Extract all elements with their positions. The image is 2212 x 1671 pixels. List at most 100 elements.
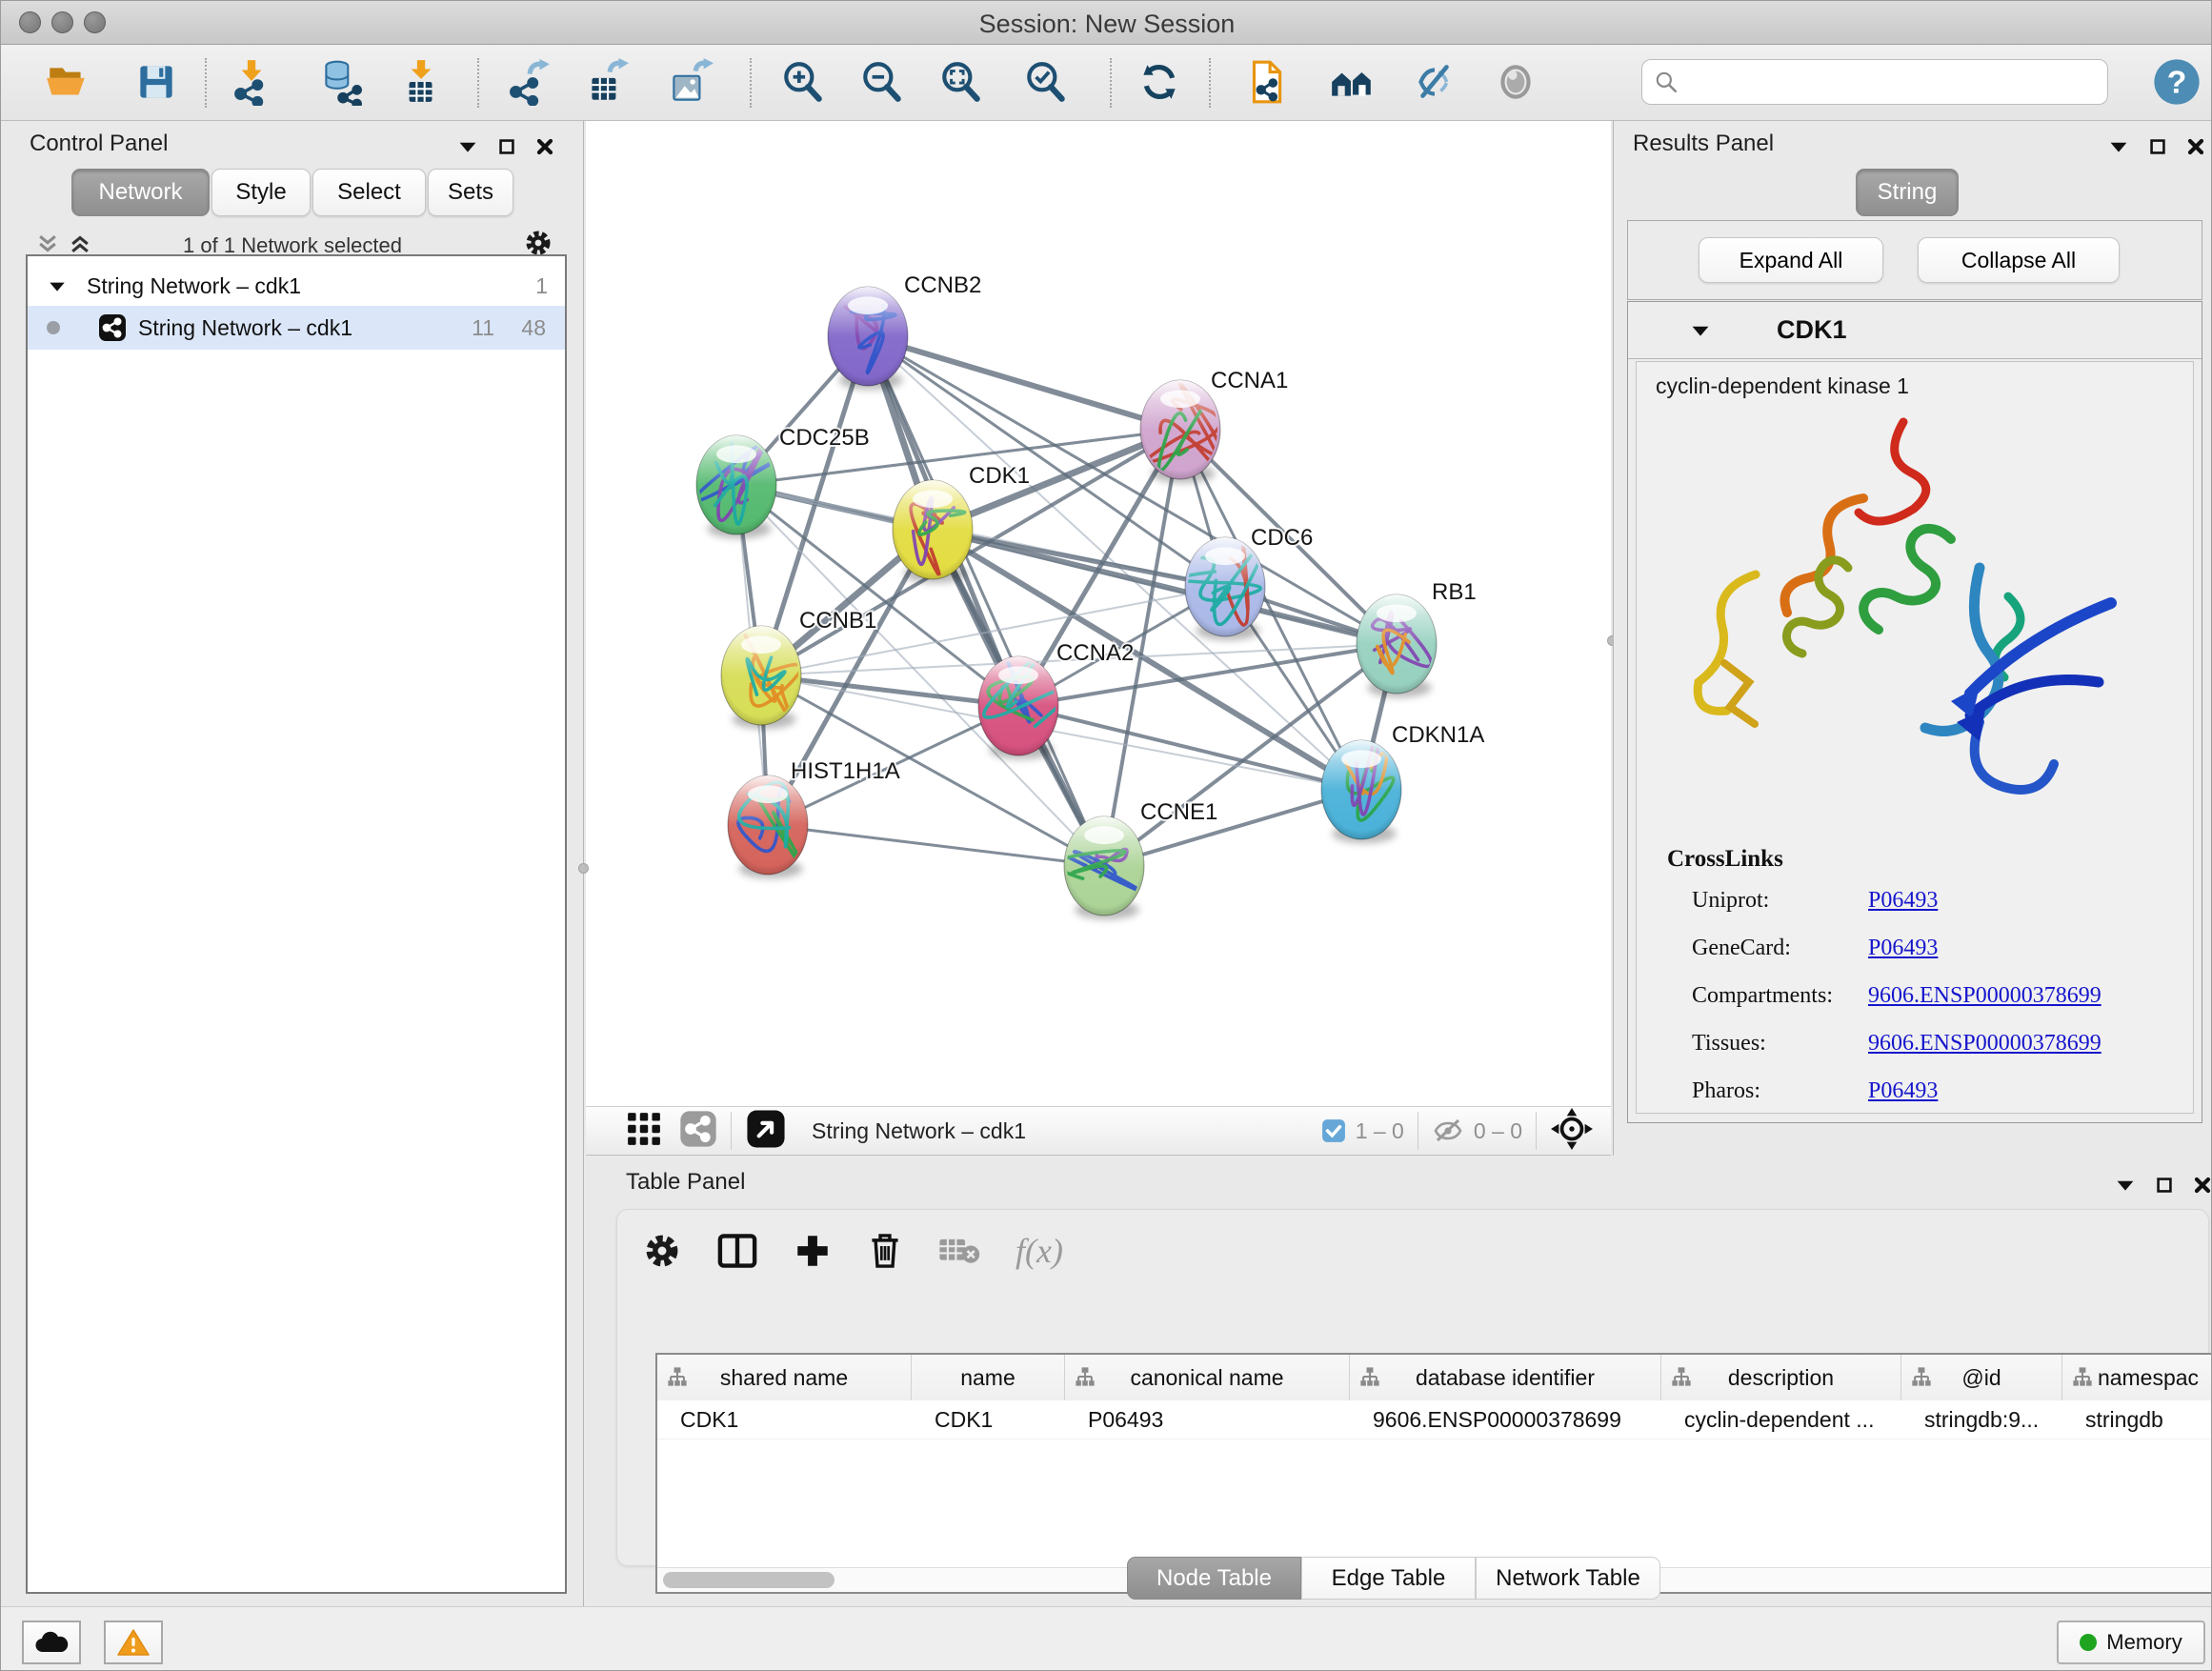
- crosslinks-heading: CrossLinks: [1667, 846, 1783, 873]
- hide-graphics-details-icon[interactable]: [1408, 55, 1461, 109]
- import-table-file-icon[interactable]: [393, 55, 447, 109]
- cloud-status-button[interactable]: [22, 1621, 81, 1664]
- network-overview-icon[interactable]: [1325, 55, 1378, 109]
- network-edge[interactable]: [933, 530, 1397, 644]
- memory-status-dot: [2080, 1634, 2097, 1651]
- crosslink-link[interactable]: 9606.ENSP00000378699: [1868, 983, 2101, 1009]
- column-header-namespac[interactable]: namespac: [2062, 1355, 2212, 1400]
- left-splitter-handle[interactable]: [578, 863, 589, 874]
- tab-sets[interactable]: Sets: [428, 169, 513, 216]
- import-network-file-icon[interactable]: [224, 55, 277, 109]
- search-input[interactable]: [1679, 69, 2088, 95]
- first-neighbors-icon[interactable]: [1239, 55, 1293, 109]
- center-view-icon[interactable]: [1550, 1107, 1594, 1156]
- tab-network[interactable]: Network: [71, 169, 210, 216]
- table-tabs: Node Table Edge Table Network Table: [1127, 1557, 1660, 1600]
- zoom-fit-icon[interactable]: [935, 55, 988, 109]
- node-label: HIST1H1A: [791, 758, 900, 784]
- column-header-shared-name[interactable]: shared name: [657, 1355, 912, 1400]
- tab-select[interactable]: Select: [312, 169, 426, 216]
- network-edge[interactable]: [1018, 706, 1361, 790]
- search-icon: [1654, 70, 1679, 94]
- column-header-canonical-name[interactable]: canonical name: [1065, 1355, 1350, 1400]
- open-session-icon[interactable]: [41, 55, 94, 109]
- crosslink-link[interactable]: P06493: [1868, 1078, 1938, 1104]
- network-edge[interactable]: [868, 336, 1180, 430]
- expand-all-button[interactable]: Expand All: [1699, 237, 1883, 283]
- memory-button[interactable]: Memory: [2057, 1621, 2205, 1664]
- table-row[interactable]: CDK1CDK1P064939606.ENSP00000378699cyclin…: [657, 1400, 2212, 1439]
- column-header-label: shared name: [720, 1365, 848, 1391]
- help-icon[interactable]: ?: [2150, 55, 2203, 109]
- column-header-description[interactable]: description: [1661, 1355, 1901, 1400]
- column-header-name[interactable]: name: [912, 1355, 1065, 1400]
- birdseye-grid-icon[interactable]: [626, 1111, 662, 1152]
- export-table-icon[interactable]: [579, 55, 633, 109]
- function-builder-icon: f(x): [1016, 1231, 1063, 1271]
- collection-expanded-icon[interactable]: [49, 280, 66, 292]
- network-node-count: 11: [472, 315, 494, 341]
- crosslink-label: Tissues:: [1692, 1031, 1868, 1057]
- node-label: CCNB1: [799, 608, 876, 634]
- zoom-in-icon[interactable]: [776, 55, 830, 109]
- results-panel-controls: [2109, 138, 2204, 155]
- table-options-gear-icon[interactable]: [642, 1231, 682, 1271]
- network-edges: [736, 336, 1397, 866]
- tab-string[interactable]: String: [1856, 169, 1959, 216]
- protein-section: CDK1 cyclin-dependent kinase 1: [1627, 301, 2202, 1123]
- zoom-selected-icon[interactable]: [1019, 55, 1073, 109]
- tab-style[interactable]: Style: [211, 169, 311, 216]
- network-edge[interactable]: [768, 825, 1104, 866]
- close-panel-icon[interactable]: [536, 138, 553, 155]
- toolbar-divider: [1536, 1112, 1537, 1150]
- network-row[interactable]: String Network – cdk1 11 48: [28, 306, 565, 350]
- column-header-@id[interactable]: @id: [1901, 1355, 2062, 1400]
- panel-menu-icon[interactable]: [2116, 1178, 2135, 1192]
- collapse-all-button[interactable]: Collapse All: [1918, 237, 2120, 283]
- network-node-RB1[interactable]: RB1: [1357, 579, 1477, 697]
- close-panel-icon[interactable]: [2194, 1177, 2211, 1194]
- warning-icon: [117, 1628, 150, 1657]
- show-graphics-details-icon[interactable]: [1489, 55, 1542, 109]
- tab-node-table[interactable]: Node Table: [1127, 1557, 1301, 1600]
- warnings-button[interactable]: [104, 1621, 163, 1664]
- network-node-CCNB2[interactable]: CCNB2: [828, 272, 981, 390]
- node-label: CCNA2: [1056, 640, 1134, 666]
- save-session-icon[interactable]: [130, 55, 183, 109]
- crosslink-link[interactable]: 9606.ENSP00000378699: [1868, 1031, 2101, 1057]
- scrollbar-thumb[interactable]: [663, 1572, 835, 1588]
- table-header-row: shared name namecanonical namedatabase id…: [657, 1355, 2212, 1400]
- float-panel-icon[interactable]: [2149, 138, 2166, 155]
- float-panel-icon[interactable]: [498, 138, 515, 155]
- goto-network-icon[interactable]: [745, 1108, 787, 1155]
- import-network-database-icon[interactable]: [314, 55, 368, 109]
- show-column-icon[interactable]: [716, 1231, 758, 1271]
- panel-menu-icon[interactable]: [458, 140, 477, 153]
- tab-edge-table[interactable]: Edge Table: [1301, 1557, 1476, 1600]
- network-node-CDKN1A[interactable]: CDKN1A: [1321, 717, 1484, 843]
- tab-network-table[interactable]: Network Table: [1476, 1557, 1660, 1600]
- network-view-title: String Network – cdk1: [812, 1118, 1026, 1144]
- float-panel-icon[interactable]: [2156, 1177, 2173, 1194]
- protein-description: cyclin-dependent kinase 1: [1656, 373, 1909, 399]
- delete-column-icon[interactable]: [867, 1231, 903, 1271]
- network-edge-count: 48: [521, 315, 546, 341]
- network-canvas[interactable]: CCNB2CCNA1CDC25BCDK1CDC6RB1CCNB1CCNA2CDK…: [586, 121, 1611, 1106]
- column-header-database-identifier[interactable]: database identifier: [1350, 1355, 1661, 1400]
- export-image-icon[interactable]: [663, 55, 716, 109]
- node-label: CDC25B: [779, 425, 870, 451]
- string-share-icon[interactable]: [679, 1110, 717, 1153]
- network-collection-row[interactable]: String Network – cdk1 1: [28, 266, 565, 306]
- update-network-icon[interactable]: [1133, 55, 1186, 109]
- create-column-icon[interactable]: [793, 1231, 833, 1271]
- panel-menu-icon[interactable]: [2109, 140, 2128, 153]
- protein-section-header[interactable]: CDK1: [1628, 302, 2202, 359]
- network-node-HIST1H1A[interactable]: HIST1H1A: [728, 758, 900, 878]
- export-network-icon[interactable]: [501, 55, 554, 109]
- crosslink-link[interactable]: P06493: [1868, 936, 1938, 961]
- network-edge[interactable]: [868, 336, 1104, 866]
- close-panel-icon[interactable]: [2187, 138, 2204, 155]
- crosslink-link[interactable]: P06493: [1868, 888, 1938, 914]
- results-panel-title: Results Panel: [1633, 131, 1774, 157]
- zoom-out-icon[interactable]: [855, 55, 909, 109]
